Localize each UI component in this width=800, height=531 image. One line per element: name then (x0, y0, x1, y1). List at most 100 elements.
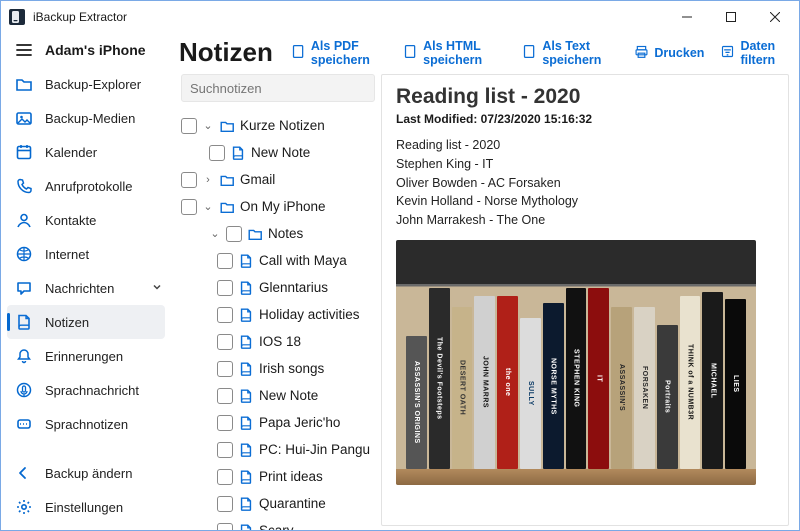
sidebar-item-label: Backup-Explorer (45, 77, 163, 92)
chevron-right-icon[interactable]: › (202, 174, 214, 186)
sidebar-item-label: Anrufprotokolle (45, 179, 163, 194)
folder-icon (247, 226, 263, 242)
tree-note[interactable]: Holiday activities (181, 301, 375, 328)
sidebar-item-internet[interactable]: Internet (1, 237, 171, 271)
tree-item-label: PC: Hui-Jin Pangu (259, 442, 370, 457)
window-minimize-button[interactable] (665, 2, 709, 32)
chevron-down-icon[interactable]: ⌄ (209, 227, 221, 240)
tool-text[interactable]: Als Text speichern (522, 39, 618, 67)
checkbox[interactable] (217, 334, 233, 350)
checkbox[interactable] (217, 496, 233, 512)
tree-folder[interactable]: ⌄ Kurze Notizen (181, 112, 375, 139)
tree-note[interactable]: Irish songs (181, 355, 375, 382)
sidebar-item-notizen[interactable]: Notizen (7, 305, 165, 339)
sidebar-item-backup-ndern[interactable]: Backup ändern (1, 456, 171, 490)
sidebar-item-kalender[interactable]: Kalender (1, 135, 171, 169)
note-icon (15, 313, 33, 331)
chevron-down-icon[interactable]: ⌄ (202, 119, 214, 132)
checkbox[interactable] (217, 442, 233, 458)
checkbox[interactable] (181, 199, 197, 215)
sidebar-item-label: Einstellungen (45, 500, 163, 515)
search-input[interactable] (181, 74, 375, 102)
sidebar-item-anrufprotokolle[interactable]: Anrufprotokolle (1, 169, 171, 203)
tree-folder[interactable]: ⌄On My iPhone (181, 193, 375, 220)
tree-note[interactable]: Scary (181, 517, 375, 530)
preview-line: Oliver Bowden - AC Forsaken (396, 174, 774, 193)
checkbox[interactable] (181, 172, 197, 188)
checkbox[interactable] (217, 361, 233, 377)
tree-note[interactable]: New Note (181, 139, 375, 166)
tool-filter[interactable]: Daten filtern (720, 39, 789, 67)
app-title: iBackup Extractor (33, 10, 665, 24)
sidebar-footer: Backup ändern Einstellungen (1, 456, 171, 530)
book-spine: JOHN MARRS (474, 296, 495, 469)
tree-note[interactable]: Quarantine (181, 490, 375, 517)
tree-note[interactable]: PC: Hui-Jin Pangu (181, 436, 375, 463)
toolbar: Notizen Als PDF speichernAls HTML speich… (171, 33, 799, 74)
tree-item-label: New Note (259, 388, 318, 403)
sidebar-nav: Backup-Explorer Backup-Medien Kalender Anru… (1, 67, 171, 456)
book-spine: The Devil's Footsteps (429, 288, 450, 468)
chevron-down-icon (151, 281, 163, 296)
checkbox[interactable] (217, 523, 233, 531)
sidebar-item-backup-medien[interactable]: Backup-Medien (1, 101, 171, 135)
tree-folder[interactable]: › Gmail (181, 166, 375, 193)
sidebar-item-kontakte[interactable]: Kontakte (1, 203, 171, 237)
sidebar-item-einstellungen[interactable]: Einstellungen (1, 490, 171, 524)
sidebar-item-label: Backup-Medien (45, 111, 163, 126)
folder-icon (15, 75, 33, 93)
checkbox[interactable] (217, 307, 233, 323)
sidebar: Adam's iPhone Backup-Explorer Backup-Medi… (1, 33, 171, 530)
checkbox[interactable] (226, 226, 242, 242)
note-icon (238, 388, 254, 404)
note-icon (238, 496, 254, 512)
sidebar-item-label: Nachrichten (45, 281, 151, 296)
checkbox[interactable] (217, 388, 233, 404)
main-area: Notizen Als PDF speichernAls HTML speich… (171, 33, 799, 530)
hamburger-icon[interactable] (15, 41, 33, 59)
tree-note[interactable]: Glenntarius (181, 274, 375, 301)
tree-item-label: Gmail (240, 172, 275, 187)
book-spine: MICHAEL (702, 292, 723, 469)
book-spine: NORSE MYTHS (543, 303, 564, 469)
tool-html[interactable]: Als HTML speichern (403, 39, 506, 67)
sidebar-item-backup-explorer[interactable]: Backup-Explorer (1, 67, 171, 101)
tree-note[interactable]: Print ideas (181, 463, 375, 490)
preview-body: Reading list - 2020Stephen King - ITOliv… (396, 136, 774, 230)
tree-note[interactable]: Papa Jeric'ho (181, 409, 375, 436)
sidebar-item-erinnerungen[interactable]: Erinnerungen (1, 339, 171, 373)
tree-item-label: Holiday activities (259, 307, 360, 322)
checkbox[interactable] (217, 280, 233, 296)
preview-line: Stephen King - IT (396, 155, 774, 174)
tool-print[interactable]: Drucken (634, 39, 704, 67)
chevron-down-icon[interactable]: ⌄ (202, 200, 214, 213)
memo-icon (15, 415, 33, 433)
tree-note[interactable]: New Note (181, 382, 375, 409)
device-name: Adam's iPhone (45, 42, 146, 58)
sidebar-item-sprachnachricht[interactable]: Sprachnachricht (1, 373, 171, 407)
checkbox[interactable] (217, 415, 233, 431)
checkbox[interactable] (209, 145, 225, 161)
tree-note[interactable]: IOS 18 (181, 328, 375, 355)
tree-item-label: Kurze Notizen (240, 118, 325, 133)
tool-pdf[interactable]: Als PDF speichern (291, 39, 387, 67)
window-maximize-button[interactable] (709, 2, 753, 32)
tree-item-label: Irish songs (259, 361, 324, 376)
tree-item-label: Papa Jeric'ho (259, 415, 340, 430)
book-spine: ASSASSIN'S ORIGINS (406, 336, 427, 468)
note-icon (238, 307, 254, 323)
window-close-button[interactable] (753, 2, 797, 32)
bell-icon (15, 347, 33, 365)
checkbox[interactable] (181, 118, 197, 134)
sidebar-header: Adam's iPhone (1, 35, 171, 67)
checkbox[interactable] (217, 253, 233, 269)
sidebar-item-nachrichten[interactable]: Nachrichten (1, 271, 171, 305)
book-spine: THINK of a NUMB3R (680, 296, 701, 469)
book-spine: IT (588, 288, 609, 468)
tree-item-label: Call with Maya (259, 253, 347, 268)
tree-note[interactable]: Call with Maya (181, 247, 375, 274)
tree-folder[interactable]: ⌄Notes (181, 220, 375, 247)
checkbox[interactable] (217, 469, 233, 485)
toolbar-actions: Als PDF speichern Als HTML speichern Als T… (291, 39, 789, 67)
sidebar-item-sprachnotizen[interactable]: Sprachnotizen (1, 407, 171, 441)
